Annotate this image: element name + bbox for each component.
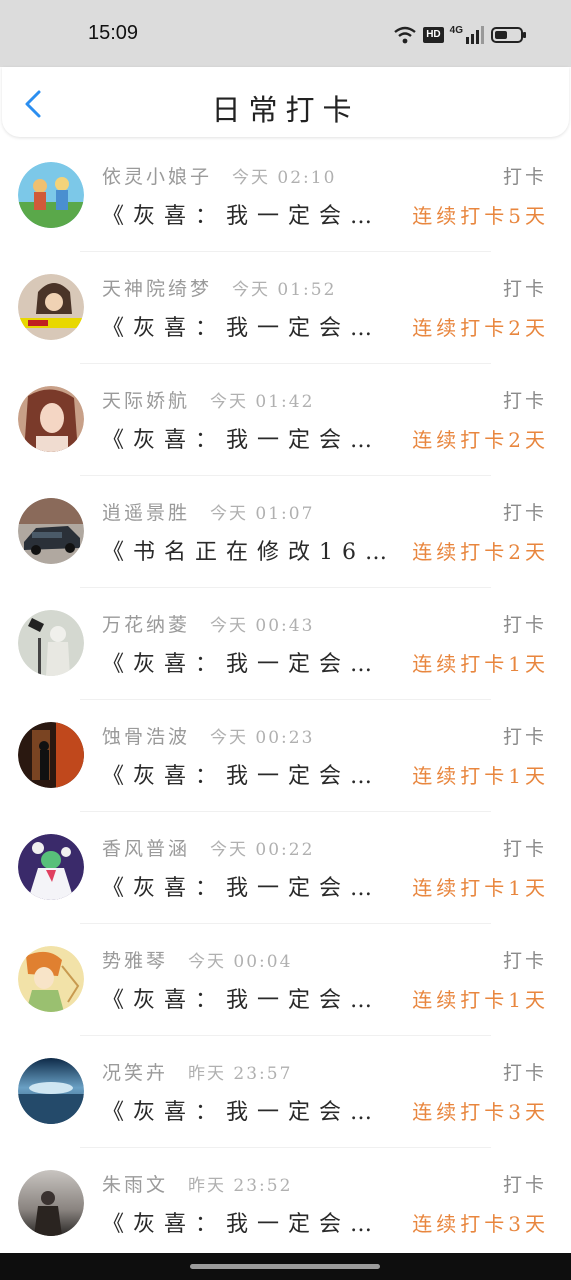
avatar[interactable] [18,1058,84,1124]
avatar[interactable] [18,386,84,452]
book-title[interactable]: 《灰喜：我一定会回... [102,310,394,342]
list-item[interactable]: 逍遥景胜今天 01:07 打卡 《书名正在修改1674... 连续打卡2天 [0,476,571,588]
book-title[interactable]: 《灰喜：我一定会回... [102,870,394,902]
list-item[interactable]: 香风普涵今天 00:22 打卡 《灰喜：我一定会回... 连续打卡1天 [0,812,571,924]
list-item[interactable]: 天际娇航今天 01:42 打卡 《灰喜：我一定会回... 连续打卡2天 [0,364,571,476]
checkin-time: 今天 00:04 [188,952,293,972]
list-item[interactable]: 依灵小娘子今天 02:10 打卡 《灰喜：我一定会回... 连续打卡5天 [0,140,571,252]
home-indicator[interactable] [190,1264,380,1269]
streak-label: 连续打卡2天 [412,540,549,564]
book-title[interactable]: 《灰喜：我一定会回... [102,1206,394,1238]
checkin-label: 打卡 [502,1062,547,1084]
user-name-line: 况笑卉 昨天 23:57 [102,1058,292,1085]
avatar[interactable] [18,610,84,676]
user-name-line: 天神院绮梦 今天 01:52 [102,274,336,301]
streak-label: 连续打卡1天 [412,764,549,788]
page-title: 日常打卡 [211,93,360,127]
checkin-label: 打卡 [502,950,547,972]
streak-label: 连续打卡2天 [412,316,549,340]
streak-label: 连续打卡3天 [412,1100,549,1124]
checkin-time: 今天 01:52 [232,280,337,300]
user-name-line: 香风普涵 今天 00:22 [102,834,314,861]
user-name: 依灵小娘子 [102,166,213,188]
book-title[interactable]: 《灰喜：我一定会回... [102,422,394,454]
book-title[interactable]: 《灰喜：我一定会回... [102,1094,394,1126]
navigation-bar [0,1253,571,1280]
user-name: 朱雨文 [102,1174,169,1196]
list-item[interactable]: 况笑卉昨天 23:57 打卡 《灰喜：我一定会回... 连续打卡3天 [0,1036,571,1148]
book-title[interactable]: 《灰喜：我一定会回... [102,198,394,230]
streak-label: 连续打卡5天 [412,204,549,228]
list-item[interactable]: 万花纳菱今天 00:43 打卡 《灰喜：我一定会回... 连续打卡1天 [0,588,571,700]
user-name-line: 天际娇航 今天 01:42 [102,386,314,413]
list-item[interactable]: 天神院绮梦今天 01:52 打卡 《灰喜：我一定会回... 连续打卡2天 [0,252,571,364]
checkin-label: 打卡 [502,614,547,636]
avatar[interactable] [18,498,84,564]
hd-icon: HD [423,27,444,43]
checkin-label: 打卡 [502,1174,547,1196]
streak-label: 连续打卡2天 [412,428,549,452]
streak-label: 连续打卡1天 [412,876,549,900]
checkin-label: 打卡 [502,838,547,860]
user-name-line: 依灵小娘子 今天 02:10 [102,162,336,189]
user-name: 天际娇航 [102,390,191,412]
user-name: 蚀骨浩波 [102,726,191,748]
checkin-time: 今天 00:22 [210,840,315,860]
checkin-time: 昨天 23:57 [188,1064,293,1084]
wifi-icon [394,26,416,44]
user-name-line: 逍遥景胜 今天 01:07 [102,498,314,525]
user-name: 逍遥景胜 [102,502,191,524]
list-item[interactable]: 朱雨文昨天 23:52 打卡 《灰喜：我一定会回... 连续打卡3天 [0,1148,571,1260]
user-name: 天神院绮梦 [102,278,213,300]
signal-icon [466,26,484,44]
book-title[interactable]: 《灰喜：我一定会回... [102,982,394,1014]
avatar[interactable] [18,1170,84,1236]
status-icons: HD 4G [393,24,527,46]
avatar[interactable] [18,722,84,788]
battery-icon [491,27,526,43]
user-name: 万花纳菱 [102,614,191,636]
checkin-label: 打卡 [502,390,547,412]
user-name-line: 朱雨文 昨天 23:52 [102,1170,292,1197]
checkin-time: 今天 00:23 [210,728,315,748]
user-name: 势雅琴 [102,950,169,972]
list-item[interactable]: 势雅琴今天 00:04 打卡 《灰喜：我一定会回... 连续打卡1天 [0,924,571,1036]
user-name-line: 蚀骨浩波 今天 00:23 [102,722,314,749]
checkin-time: 今天 02:10 [232,168,337,188]
user-name: 况笑卉 [102,1062,169,1084]
checkin-label: 打卡 [502,726,547,748]
streak-label: 连续打卡1天 [412,988,549,1012]
checkin-time: 今天 01:07 [210,504,315,524]
status-time: 15:09 [88,22,139,44]
checkin-label: 打卡 [502,278,547,300]
header: 日常打卡 [2,67,569,137]
status-bar: 15:09 HD 4G [0,0,571,67]
checkin-list: 依灵小娘子今天 02:10 打卡 《灰喜：我一定会回... 连续打卡5天 天神院… [0,140,571,1260]
user-name-line: 势雅琴 今天 00:04 [102,946,292,973]
checkin-label: 打卡 [502,166,547,188]
book-title[interactable]: 《灰喜：我一定会回... [102,758,394,790]
checkin-time: 昨天 23:52 [188,1176,293,1196]
list-item[interactable]: 蚀骨浩波今天 00:23 打卡 《灰喜：我一定会回... 连续打卡1天 [0,700,571,812]
avatar[interactable] [18,162,84,228]
streak-label: 连续打卡3天 [412,1212,549,1236]
avatar[interactable] [18,946,84,1012]
checkin-label: 打卡 [502,502,547,524]
checkin-time: 今天 01:42 [210,392,315,412]
network-type-label: 4G [449,24,463,36]
checkin-time: 今天 00:43 [210,616,315,636]
book-title[interactable]: 《书名正在修改1674... [102,534,394,566]
book-title[interactable]: 《灰喜：我一定会回... [102,646,394,678]
streak-label: 连续打卡1天 [412,652,549,676]
avatar[interactable] [18,274,84,340]
avatar[interactable] [18,834,84,900]
user-name-line: 万花纳菱 今天 00:43 [102,610,314,637]
user-name: 香风普涵 [102,838,191,860]
